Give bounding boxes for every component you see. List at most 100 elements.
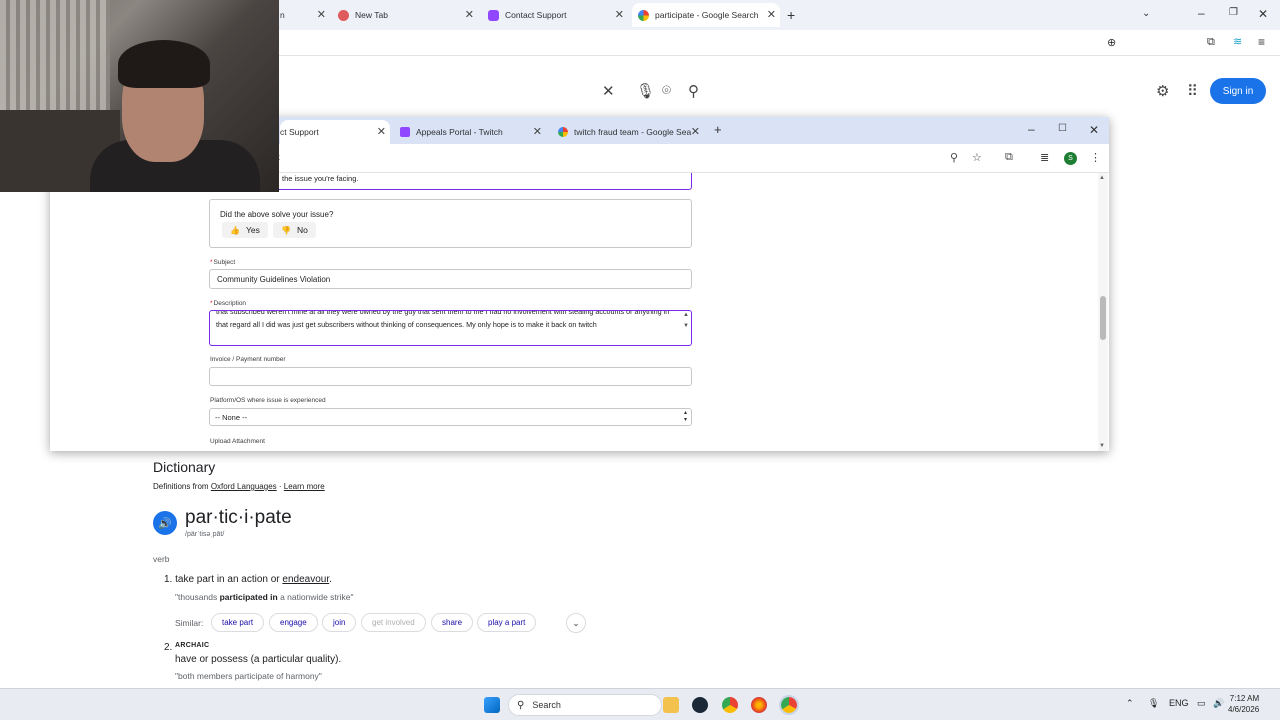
front-tab-contact-support[interactable]: ct Support ✕ [280,120,390,144]
scroll-up-icon[interactable]: ▲ [1099,175,1105,181]
similar-chip[interactable]: join [322,613,357,632]
back-tab-new-tab[interactable]: New Tab ✕ [332,3,478,27]
scrollbar-thumb[interactable] [1100,296,1106,340]
similar-chip[interactable]: share [431,613,474,632]
profile-avatar[interactable]: S [1064,152,1077,165]
tab-search-chevron-down-icon[interactable]: ⌄ [1142,8,1150,19]
similar-chip[interactable]: engage [269,613,318,632]
oxford-languages-link[interactable]: Oxford Languages [211,482,277,491]
menu-icon[interactable]: ≡ [1258,35,1265,49]
close-icon[interactable]: ✕ [691,125,700,138]
close-window-icon[interactable]: ✕ [1089,123,1099,137]
tray-overflow-chevron-up-icon[interactable]: ⌃ [1126,698,1134,709]
support-form-page: the issue you're facing. Did the above s… [50,173,1109,451]
zoom-search-icon[interactable]: ⚲ [950,151,958,164]
settings-gear-icon[interactable]: ⚙ [1156,82,1169,100]
maximize-icon[interactable]: ☐ [1058,123,1067,134]
invoice-label: Invoice / Payment number [210,356,286,363]
media-controls-icon[interactable]: ≣ [1040,151,1049,164]
voice-search-icon[interactable]: 🎙 [636,82,655,100]
textarea-scroll-down-icon[interactable]: ▼ [683,323,689,329]
windows-start-icon[interactable] [484,697,500,713]
pronunciation-speaker-icon[interactable]: 🔊 [153,511,177,535]
previous-field[interactable]: the issue you're facing. [209,173,692,190]
previous-field-text: the issue you're facing. [282,174,359,183]
expand-similar-chevron-down-icon[interactable]: ⌄ [566,613,586,633]
bookmark-star-icon[interactable]: ☆ [972,151,982,164]
extensions-icon[interactable]: ⧉ [1005,151,1013,164]
chrome-icon[interactable] [722,697,738,713]
minimize-icon[interactable]: – [1198,6,1205,20]
subject-input[interactable]: Community Guidelines Violation [209,269,692,289]
definition-1: 1. take part in an action or endeavour. [164,574,332,585]
platform-label: Platform/OS where issue is experienced [210,397,326,404]
description-label: *Description [210,300,246,307]
clear-search-icon[interactable]: ✕ [602,82,615,100]
close-icon[interactable]: ✕ [377,125,386,138]
sign-in-button[interactable]: Sign in [1210,78,1266,104]
firefox-icon[interactable] [751,697,767,713]
file-explorer-icon[interactable] [663,697,679,713]
network-icon[interactable]: ▭ [1197,698,1206,709]
extension-app-icon[interactable]: ≋ [1233,35,1242,48]
image-search-icon[interactable]: ⌾ [662,82,671,99]
steam-icon[interactable] [692,697,708,713]
minimize-icon[interactable]: – [1028,122,1035,136]
webcam-person-hair [118,40,210,88]
required-star: * [210,259,213,266]
extensions-icon[interactable]: ⧉ [1207,36,1215,49]
back-tab-contact-support[interactable]: Contact Support ✕ [482,3,628,27]
clock-date: 4/6/2026 [1228,705,1260,714]
similar-chip[interactable]: play a part [477,613,537,632]
taskbar-search-box[interactable]: ⚲ Search [508,694,662,716]
language-indicator[interactable]: ENG [1169,698,1189,708]
tab-label: n [280,10,285,20]
upload-attachment-label: Upload Attachment [210,438,265,445]
textarea-scroll-up-icon[interactable]: ▲ [683,312,689,318]
back-tab-participate[interactable]: participate - Google Search ✕ [632,3,780,27]
volume-icon[interactable]: 🔊 [1213,698,1224,709]
example-text: "thousands [175,592,220,602]
new-tab-button[interactable]: + [714,122,722,137]
learn-more-link[interactable]: Learn more [284,482,325,491]
tab-label: participate - Google Search [655,10,759,20]
close-icon[interactable]: ✕ [317,8,326,21]
close-icon[interactable]: ✕ [615,8,624,21]
close-icon[interactable]: ✕ [533,125,542,138]
new-tab-button[interactable]: + [787,7,795,23]
no-button[interactable]: 👎 No [273,222,316,238]
kebab-menu-icon[interactable]: ⋮ [1090,151,1101,164]
close-window-icon[interactable]: ✕ [1258,7,1268,21]
close-icon[interactable]: ✕ [465,8,474,21]
tab-label: New Tab [355,10,388,20]
description-textarea[interactable]: that subscribed weren't mine at all they… [209,310,692,346]
solve-feedback-box: Did the above solve your issue? 👍 Yes 👎 … [209,199,692,248]
front-tab-appeals-portal[interactable]: Appeals Portal - Twitch ✕ [398,120,546,144]
front-tab-twitch-fraud-team[interactable]: twitch fraud team - Google Sea ✕ [556,120,704,144]
register-label: ARCHAIC [175,642,210,649]
dictionary-heading: Dictionary [153,459,216,475]
chrome-active-icon[interactable] [779,695,799,715]
yes-label: Yes [245,225,260,235]
microphone-icon[interactable]: 🎙 [1148,698,1159,709]
taskbar-clock[interactable]: 7:12 AM 4/6/2026 [1228,693,1259,715]
scroll-down-icon[interactable]: ▼ [1099,443,1105,449]
similar-label: Similar: [175,618,204,628]
invoice-input[interactable] [209,367,692,386]
apps-grid-icon[interactable]: ⠿ [1187,82,1198,100]
restore-icon[interactable]: ❐ [1229,7,1238,18]
thumbs-down-icon: 👎 [281,225,291,235]
close-icon[interactable]: ✕ [767,8,776,21]
definition-2-number: 2. [164,642,173,653]
search-icon[interactable]: ⚲ [688,82,699,100]
platform-value: -- None -- [215,413,248,422]
similar-chip[interactable]: take part [211,613,265,632]
taskbar-search-label: Search [532,700,561,710]
page-scrollbar[interactable]: ▲ ▼ [1098,173,1108,451]
platform-select[interactable]: -- None -- ▴ ▾ [209,408,692,426]
yes-button[interactable]: 👍 Yes [222,222,268,238]
new-tab-favicon-icon [338,9,349,21]
google-favicon-icon [638,9,649,21]
endeavour-link[interactable]: endeavour [282,574,329,585]
translate-icon[interactable]: ⊕ [1107,36,1116,49]
